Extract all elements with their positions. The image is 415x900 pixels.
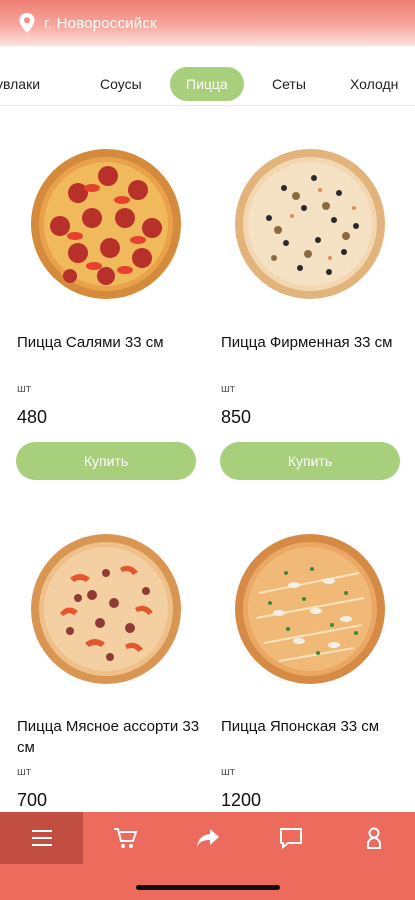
product-price: 1200 <box>221 790 262 810</box>
menu-icon <box>31 830 52 846</box>
pizza-signature-image[interactable] <box>234 148 386 300</box>
tab-souvlaki[interactable]: увлаки <box>0 67 40 101</box>
product-price: 480 <box>17 407 48 427</box>
buy-button[interactable]: Купить <box>16 442 196 480</box>
product-title: Пицца Салями 33 см <box>17 334 164 351</box>
pizza-salami-image[interactable] <box>30 148 182 300</box>
share-icon <box>196 829 219 847</box>
tab-cold[interactable]: Холодн <box>350 67 398 101</box>
product-title: Пицца Мясное ассорти 33 см <box>17 718 200 756</box>
profile-icon <box>366 827 381 849</box>
tab-sauces[interactable]: Соусы <box>100 67 142 101</box>
cart-icon <box>113 828 137 848</box>
tab-sets[interactable]: Сеты <box>272 67 306 101</box>
nav-chat[interactable] <box>249 812 332 864</box>
nav-menu[interactable] <box>0 812 83 864</box>
product-price: 850 <box>221 407 252 427</box>
product-unit: шт <box>221 766 235 778</box>
nav-profile[interactable] <box>332 812 415 864</box>
product-price: 700 <box>17 790 48 810</box>
nav-cart[interactable] <box>83 812 166 864</box>
category-tabs: увлаки Соусы Пицца Сеты Холодн <box>0 62 415 106</box>
location-pin-icon <box>19 13 35 33</box>
pizza-japanese-image[interactable] <box>234 533 386 685</box>
product-unit: шт <box>17 383 31 395</box>
product-unit: шт <box>17 766 31 778</box>
city-label: г. Новороссийск <box>44 14 157 32</box>
buy-button[interactable]: Купить <box>220 442 400 480</box>
product-unit: шт <box>221 383 235 395</box>
nav-share[interactable] <box>166 812 249 864</box>
location-header[interactable]: г. Новороссийск <box>0 0 415 46</box>
home-indicator[interactable] <box>136 885 280 890</box>
tab-pizza[interactable]: Пицца <box>170 67 244 101</box>
product-title: Пицца Фирменная 33 см <box>221 334 393 351</box>
product-title: Пицца Японская 33 см <box>221 718 380 735</box>
pizza-meat-image[interactable] <box>30 533 182 685</box>
chat-icon <box>279 828 302 850</box>
